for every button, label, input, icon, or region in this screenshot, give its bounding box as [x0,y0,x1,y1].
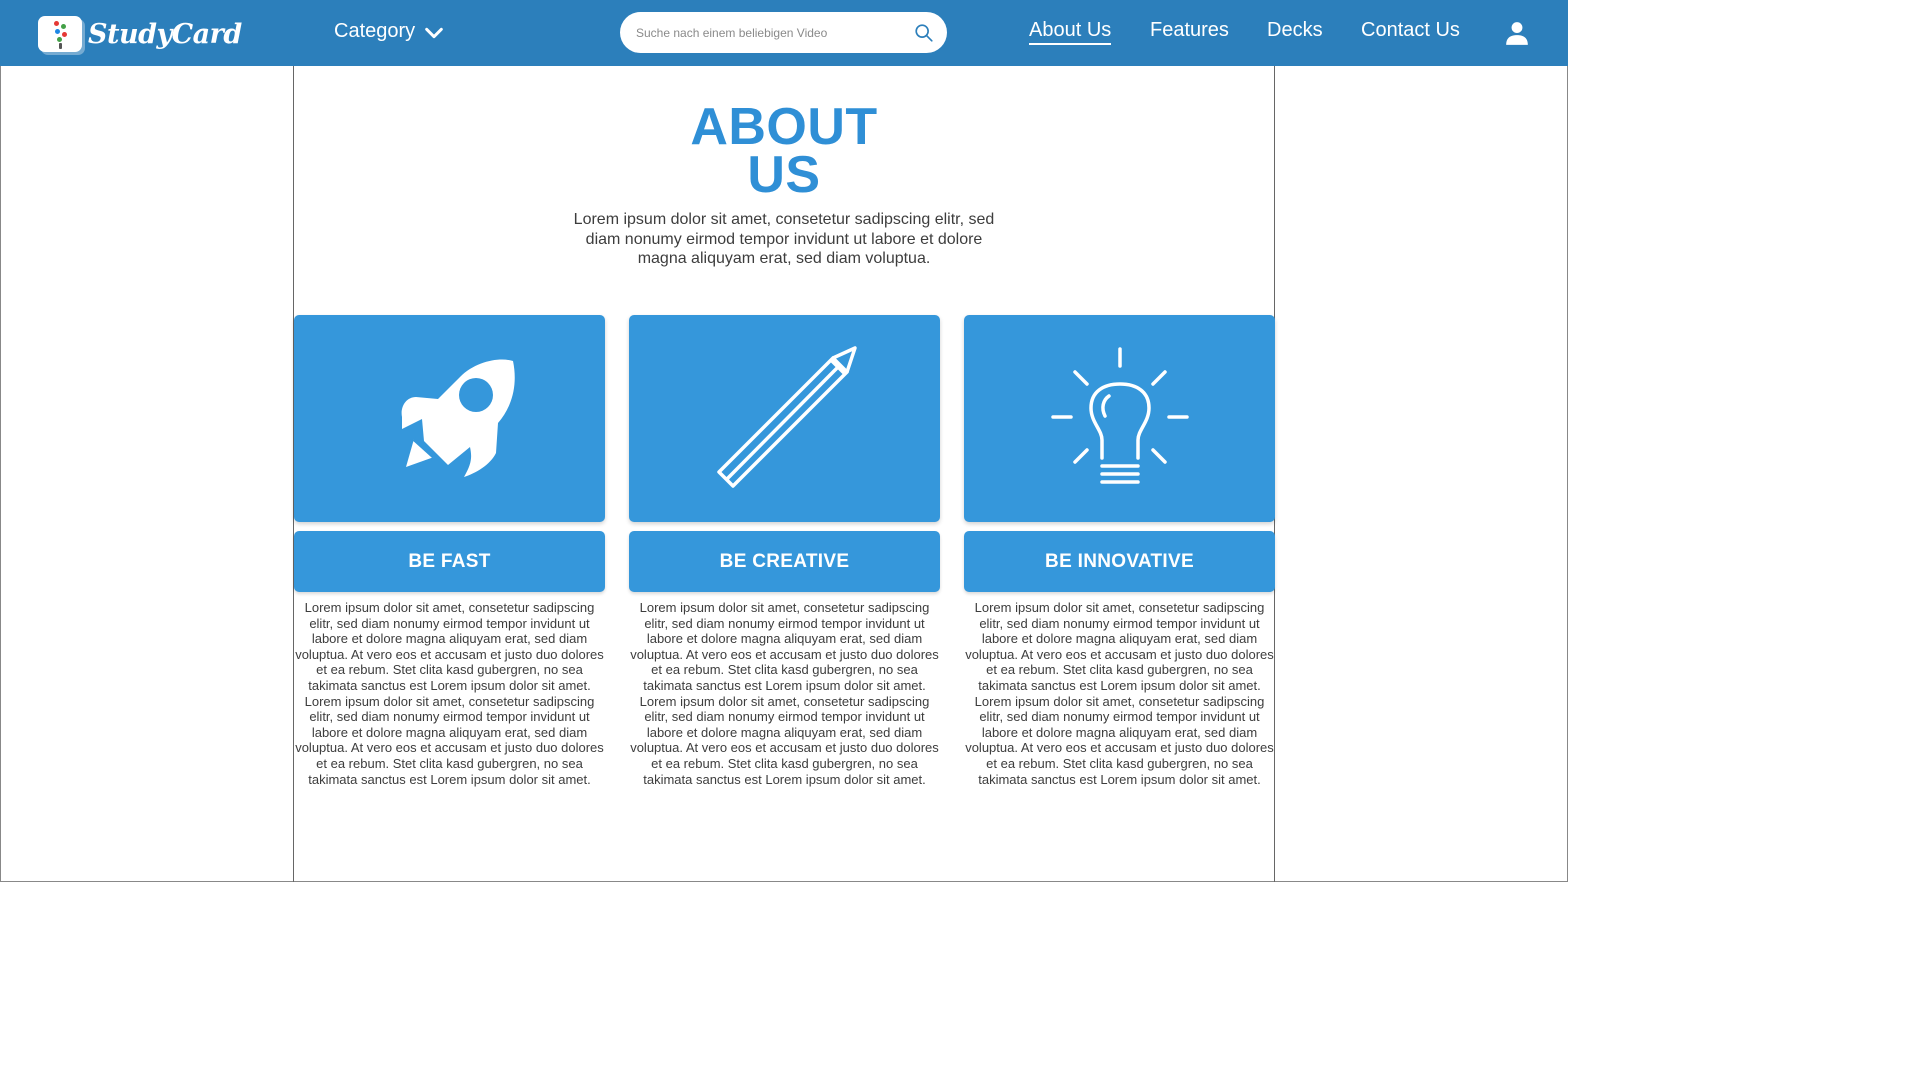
about-section: ABOUT US Lorem ipsum dolor sit amet, con… [293,66,1275,882]
logo-badge-icon [38,16,82,52]
search-icon[interactable] [913,22,935,44]
nav-features[interactable]: Features [1150,19,1229,42]
top-navigation-bar: StudyCard Category About Us Features Dec… [0,0,1568,66]
card-title-be-innovative[interactable]: BE INNOVATIVE [964,531,1275,592]
card-text-be-fast: Lorem ipsum dolor sit amet, consetetur s… [295,600,604,787]
category-label: Category [334,20,416,42]
card-text-be-innovative: Lorem ipsum dolor sit amet, consetetur s… [965,600,1274,787]
category-dropdown[interactable]: Category [334,19,445,44]
studycard-logo[interactable]: StudyCard [38,12,242,56]
search-input[interactable] [636,25,913,40]
pencil-icon [716,345,857,488]
chevron-down-icon [425,27,443,39]
logo-text: StudyCard [88,18,242,50]
card-text-be-creative: Lorem ipsum dolor sit amet, consetetur s… [630,600,939,787]
page-title-line2: US [747,146,821,204]
lightbulb-icon [1050,346,1189,484]
user-icon[interactable] [1504,20,1530,46]
card-image-innovative [964,315,1275,522]
page-title-line1: ABOUT [690,98,878,156]
card-title-be-fast[interactable]: BE FAST [294,531,605,592]
card-title-be-creative[interactable]: BE CREATIVE [629,531,940,592]
card-image-creative [629,315,940,522]
nav-contact-us[interactable]: Contact Us [1361,19,1460,42]
nav-decks[interactable]: Decks [1267,19,1323,42]
intro-text: Lorem ipsum dolor sit amet, consetetur s… [573,211,995,267]
card-image-fast [294,315,605,522]
search-bar [620,12,947,53]
rocket-icon [401,359,515,477]
nav-about-us[interactable]: About Us [1029,19,1112,45]
